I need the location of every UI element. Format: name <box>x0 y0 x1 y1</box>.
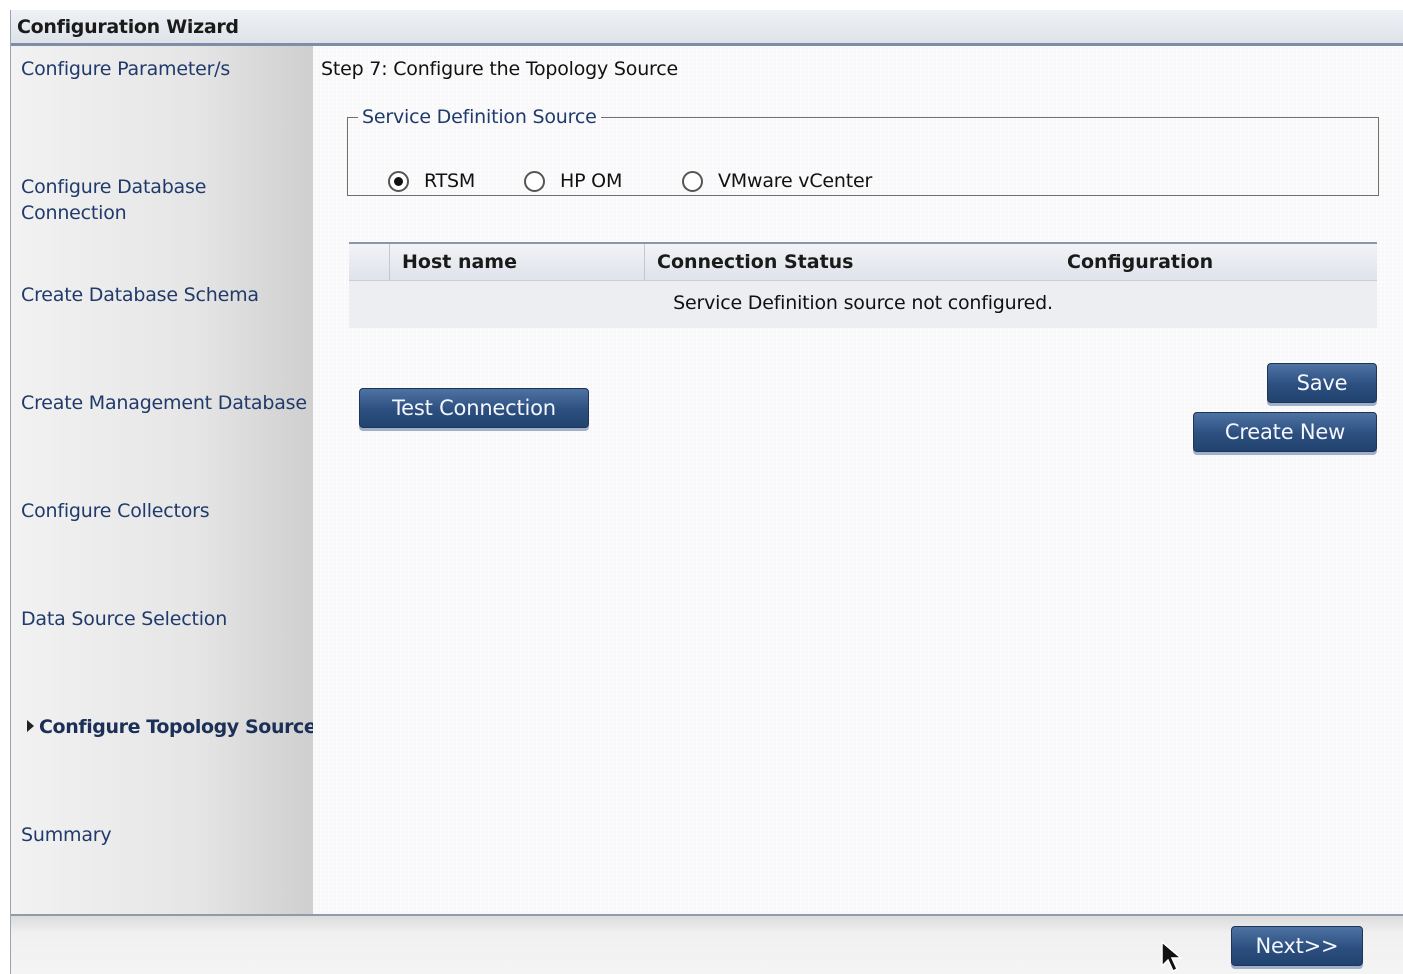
radio-label-rtsm: RTSM <box>424 170 476 192</box>
test-connection-button[interactable]: Test Connection <box>359 388 589 428</box>
sidebar-step-configure-database-connection[interactable]: Configure Database Connection <box>21 174 311 226</box>
window-title: Configuration Wizard <box>17 16 239 38</box>
current-step-label: Configure Topology Source <box>39 716 317 738</box>
service-definition-source-group: Service Definition Source RTSM HP OM VMw… <box>347 106 1379 196</box>
mouse-pointer-icon <box>1161 940 1184 973</box>
radio-label-hp-om: HP OM <box>560 170 623 192</box>
next-button[interactable]: Next>> <box>1231 926 1363 966</box>
title-bar: Configuration Wizard <box>11 10 1403 46</box>
sidebar-step-data-source-selection[interactable]: Data Source Selection <box>21 606 311 632</box>
radio-hp-om[interactable]: HP OM <box>524 170 622 192</box>
sidebar-step-configure-parameters[interactable]: Configure Parameter/s <box>21 56 311 82</box>
radio-label-vmware-vcenter: VMware vCenter <box>718 170 873 192</box>
sidebar-step-summary[interactable]: Summary <box>21 822 311 848</box>
sidebar-step-create-management-database[interactable]: Create Management Database <box>21 390 311 416</box>
wizard-footer: Next>> <box>11 914 1403 974</box>
radio-button-unchecked[interactable] <box>682 170 703 192</box>
column-configuration[interactable]: Configuration <box>1067 244 1367 280</box>
step-title: Step 7: Configure the Topology Source <box>321 58 678 80</box>
table-empty-message: Service Definition source not configured… <box>673 292 1053 314</box>
sidebar-step-configure-topology-source[interactable]: Configure Topology Source <box>27 714 317 740</box>
sidebar-step-create-database-schema[interactable]: Create Database Schema <box>21 282 311 308</box>
main-content: Step 7: Configure the Topology Source Se… <box>313 46 1403 914</box>
sidebar-step-configure-collectors[interactable]: Configure Collectors <box>21 498 311 524</box>
column-host-name[interactable]: Host name <box>389 244 657 280</box>
current-step-arrow-icon <box>27 720 34 732</box>
radio-vmware-vcenter[interactable]: VMware vCenter <box>682 170 872 192</box>
column-connection-status[interactable]: Connection Status <box>644 244 1069 280</box>
service-definition-legend: Service Definition Source <box>362 106 597 128</box>
connection-table: Host name Connection Status Configuratio… <box>349 242 1377 328</box>
create-new-button[interactable]: Create New <box>1193 412 1377 452</box>
wizard-steps-sidebar: Configure Parameter/s Configure Database… <box>11 46 317 914</box>
save-button[interactable]: Save <box>1267 363 1377 403</box>
radio-rtsm[interactable]: RTSM <box>388 170 475 192</box>
radio-button-unchecked[interactable] <box>524 170 545 192</box>
table-header: Host name Connection Status Configuratio… <box>349 244 1377 281</box>
configuration-wizard-window: Configuration Wizard Configure Parameter… <box>10 10 1403 974</box>
radio-button-checked[interactable] <box>388 170 409 192</box>
